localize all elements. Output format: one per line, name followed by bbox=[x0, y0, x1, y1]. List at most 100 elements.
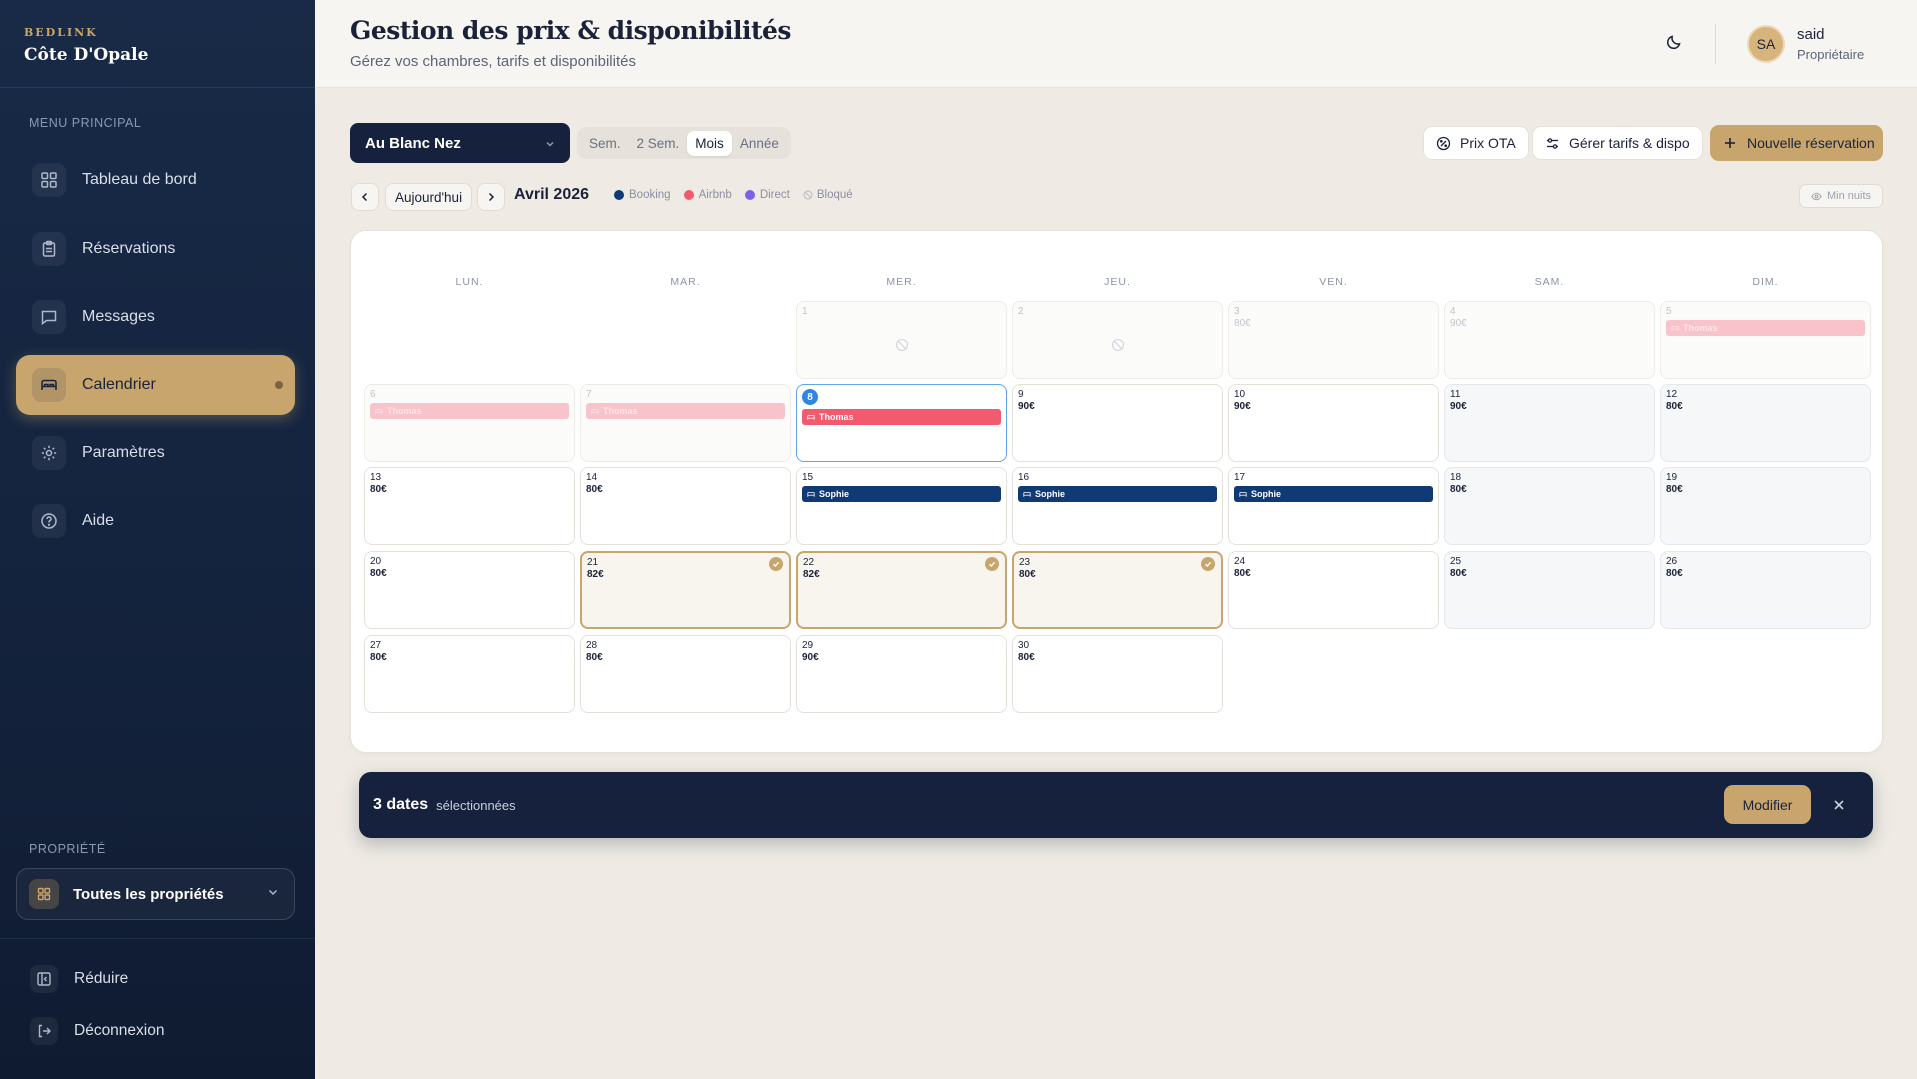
active-indicator bbox=[275, 381, 283, 389]
calendar-day-cell[interactable]: 10 90€ bbox=[1228, 384, 1439, 462]
day-number: 10 bbox=[1234, 389, 1246, 400]
sidebar-item-reservations[interactable]: Réservations bbox=[16, 219, 295, 279]
calendar-day-cell[interactable]: 22 82€ bbox=[796, 551, 1007, 629]
calendar-day-cell[interactable]: 2 bbox=[1012, 301, 1223, 379]
bed-icon bbox=[1671, 324, 1679, 332]
moon-icon bbox=[1666, 35, 1681, 50]
day-number: 28 bbox=[586, 640, 598, 651]
calendar-day-cell[interactable]: 17 Sophie bbox=[1228, 467, 1439, 545]
weekday-header: VEN. bbox=[1319, 276, 1348, 288]
day-price: 80€ bbox=[1234, 318, 1251, 329]
calendar-day-cell[interactable]: 18 80€ bbox=[1444, 467, 1655, 545]
check-icon bbox=[769, 557, 783, 571]
calendar-day-cell[interactable]: 16 Sophie bbox=[1012, 467, 1223, 545]
calendar-day-cell[interactable]: 14 80€ bbox=[580, 467, 791, 545]
new-reservation-label: Nouvelle réservation bbox=[1747, 135, 1875, 151]
calendar-day-cell[interactable]: 6 Thomas bbox=[364, 384, 575, 462]
close-selection-button[interactable] bbox=[1827, 793, 1851, 817]
day-number: 25 bbox=[1450, 556, 1462, 567]
calendar-day-cell[interactable]: 21 82€ bbox=[580, 551, 791, 629]
calendar-day-cell[interactable]: 4 90€ bbox=[1444, 301, 1655, 379]
brand-label: BEDLINK bbox=[24, 26, 98, 39]
calendar-day-cell[interactable]: 12 80€ bbox=[1660, 384, 1871, 462]
day-number: 26 bbox=[1666, 556, 1678, 567]
chevron-down-icon bbox=[266, 885, 280, 903]
selection-text: sélectionnées bbox=[436, 797, 516, 813]
sidebar-item-help[interactable]: Aide bbox=[16, 491, 295, 551]
calendar-day-cell[interactable]: 30 80€ bbox=[1012, 635, 1223, 713]
message-icon bbox=[32, 300, 66, 334]
reservation-bar[interactable]: Thomas bbox=[1666, 320, 1865, 336]
legend-airbnb: Airbnb bbox=[683, 189, 732, 201]
day-number: 14 bbox=[586, 472, 598, 483]
calendar-day-cell[interactable]: 15 Sophie bbox=[796, 467, 1007, 545]
guest-name: Thomas bbox=[603, 406, 638, 416]
check-icon bbox=[985, 557, 999, 571]
sidebar-item-settings[interactable]: Paramètres bbox=[16, 423, 295, 483]
sidebar-item-label: Paramètres bbox=[82, 444, 165, 461]
day-price: 90€ bbox=[802, 652, 819, 663]
sidebar-item-calendar[interactable]: Calendrier bbox=[16, 355, 295, 415]
calendar-day-cell[interactable]: 29 90€ bbox=[796, 635, 1007, 713]
calendar-day-cell[interactable]: 26 80€ bbox=[1660, 551, 1871, 629]
calendar-day-cell[interactable]: 11 90€ bbox=[1444, 384, 1655, 462]
prev-month-button[interactable] bbox=[351, 183, 379, 211]
calendar-day-cell[interactable]: 19 80€ bbox=[1660, 467, 1871, 545]
reservation-bar[interactable]: Sophie bbox=[802, 486, 1001, 502]
day-number: 18 bbox=[1450, 472, 1462, 483]
reservation-bar[interactable]: Thomas bbox=[370, 403, 569, 419]
day-price: 90€ bbox=[1450, 318, 1467, 329]
sidebar-item-messages[interactable]: Messages bbox=[16, 287, 295, 347]
day-price: 80€ bbox=[1450, 568, 1467, 579]
sidebar-divider bbox=[0, 938, 315, 939]
reservation-bar[interactable]: Sophie bbox=[1234, 486, 1433, 502]
calendar-day-cell[interactable]: 24 80€ bbox=[1228, 551, 1439, 629]
calendar-day-cell[interactable]: 27 80€ bbox=[364, 635, 575, 713]
reservation-bar[interactable]: Thomas bbox=[802, 409, 1001, 425]
sidebar-item-label: Calendrier bbox=[82, 376, 156, 393]
tab-month[interactable]: Mois bbox=[687, 130, 732, 156]
day-price: 80€ bbox=[1019, 569, 1036, 580]
tab-week[interactable]: Sem. bbox=[581, 131, 629, 156]
calendar-day-cell[interactable]: 9 90€ bbox=[1012, 384, 1223, 462]
calendar-day-cell[interactable]: 1 bbox=[796, 301, 1007, 379]
day-number: 29 bbox=[802, 640, 814, 651]
sidebar-item-dashboard[interactable]: Tableau de bord bbox=[16, 150, 295, 210]
collapse-sidebar-button[interactable]: Réduire bbox=[30, 965, 128, 993]
avatar[interactable]: SA bbox=[1747, 25, 1785, 63]
day-number: 12 bbox=[1666, 389, 1678, 400]
today-button[interactable]: Aujourd'hui bbox=[385, 183, 472, 211]
modify-button[interactable]: Modifier bbox=[1724, 785, 1811, 824]
room-select[interactable]: Au Blanc Nez bbox=[350, 123, 570, 163]
day-price: 80€ bbox=[1666, 568, 1683, 579]
collapse-icon bbox=[30, 965, 58, 993]
day-price: 80€ bbox=[1666, 401, 1683, 412]
manage-rates-button[interactable]: Gérer tarifs & dispo bbox=[1532, 126, 1703, 160]
new-reservation-button[interactable]: Nouvelle réservation bbox=[1710, 125, 1883, 161]
calendar-day-cell[interactable]: 5 Thomas bbox=[1660, 301, 1871, 379]
calendar-day-cell[interactable]: 28 80€ bbox=[580, 635, 791, 713]
calendar-day-cell[interactable]: 13 80€ bbox=[364, 467, 575, 545]
calendar-day-cell[interactable]: 25 80€ bbox=[1444, 551, 1655, 629]
min-nights-toggle[interactable]: Min nuits bbox=[1799, 184, 1883, 208]
calendar-day-cell[interactable]: 3 80€ bbox=[1228, 301, 1439, 379]
dark-mode-toggle[interactable] bbox=[1665, 33, 1683, 56]
help-icon bbox=[32, 504, 66, 538]
next-month-button[interactable] bbox=[477, 183, 505, 211]
bed-icon bbox=[1239, 490, 1247, 498]
tab-year[interactable]: Année bbox=[732, 131, 787, 156]
prix-ota-button[interactable]: Prix OTA bbox=[1423, 126, 1529, 160]
calendar-day-cell[interactable]: 7 Thomas bbox=[580, 384, 791, 462]
calendar-day-cell[interactable]: 23 80€ bbox=[1012, 551, 1223, 629]
day-number: 15 bbox=[802, 472, 814, 483]
reservation-bar[interactable]: Thomas bbox=[586, 403, 785, 419]
chevron-right-icon bbox=[488, 192, 495, 202]
calendar-day-cell[interactable]: 20 80€ bbox=[364, 551, 575, 629]
property-select[interactable]: Toutes les propriétés bbox=[16, 868, 295, 920]
day-number: 17 bbox=[1234, 472, 1246, 483]
day-price: 80€ bbox=[1450, 484, 1467, 495]
logout-button[interactable]: Déconnexion bbox=[30, 1017, 164, 1045]
tab-two-weeks[interactable]: 2 Sem. bbox=[629, 131, 688, 156]
calendar-day-cell[interactable]: 8 Thomas bbox=[796, 384, 1007, 462]
reservation-bar[interactable]: Sophie bbox=[1018, 486, 1217, 502]
